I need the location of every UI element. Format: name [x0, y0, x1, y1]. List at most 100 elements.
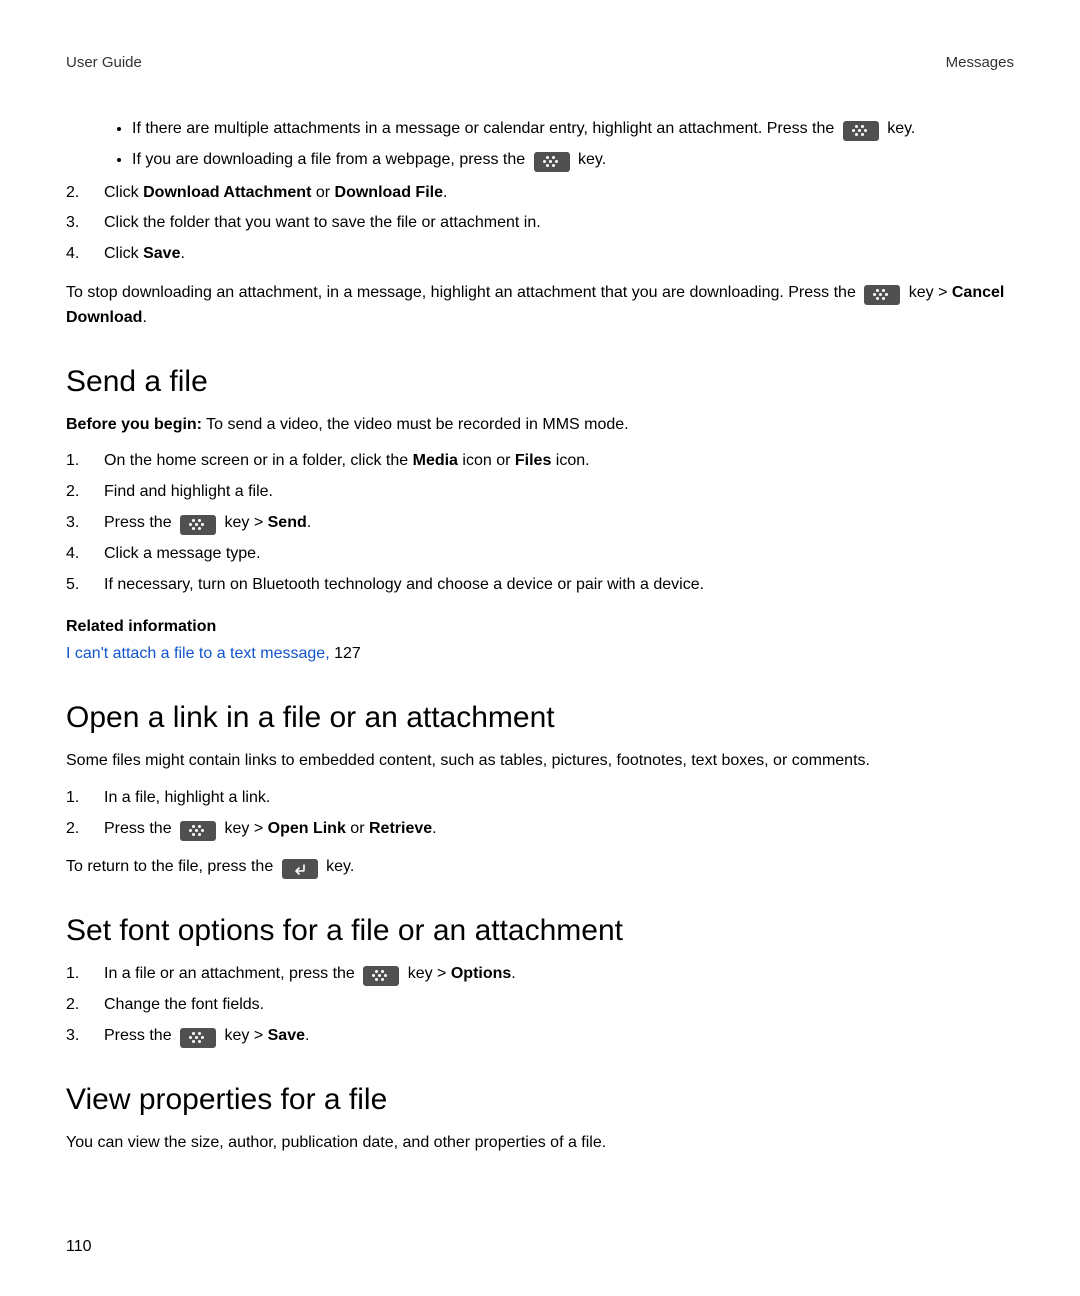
text: Click — [104, 245, 143, 262]
heading-view-properties: View properties for a file — [66, 1083, 1014, 1117]
step-number: 1. — [66, 786, 104, 811]
step-number: 3. — [66, 511, 104, 536]
text: If you are downloading a file from a web… — [132, 151, 530, 168]
step-3: 3. Press the key > Save. — [66, 1024, 1014, 1049]
step-text: If necessary, turn on Bluetooth technolo… — [104, 573, 704, 598]
text: key. — [887, 120, 915, 137]
bb-menu-key-icon — [534, 152, 570, 172]
bold-text: Download Attachment — [143, 184, 311, 201]
bb-menu-key-icon — [363, 966, 399, 986]
step-text: Press the key > Open Link or Retrieve. — [104, 817, 437, 842]
send-file-steps: 1. On the home screen or in a folder, cl… — [66, 449, 1014, 597]
step-3: 3. Press the key > Send. — [66, 511, 1014, 536]
text: or — [311, 184, 334, 201]
step-number: 3. — [66, 211, 104, 236]
text: . — [305, 1027, 309, 1044]
text: To stop downloading an attachment, in a … — [66, 284, 860, 301]
text: . — [432, 820, 436, 837]
text: . — [511, 965, 515, 982]
text: On the home screen or in a folder, click… — [104, 452, 413, 469]
text: icon or — [458, 452, 515, 469]
step-number: 2. — [66, 181, 104, 206]
heading-font-options: Set font options for a file or an attach… — [66, 914, 1014, 948]
step-number: 1. — [66, 449, 104, 474]
text: key. — [326, 858, 354, 875]
intro-bullet-1: If there are multiple attachments in a m… — [132, 117, 1014, 142]
step-text: Click the folder that you want to save t… — [104, 211, 541, 236]
step-1: 1. In a file, highlight a link. — [66, 786, 1014, 811]
bb-menu-key-icon — [180, 1028, 216, 1048]
text: key > — [408, 965, 451, 982]
text: Press the — [104, 1027, 176, 1044]
open-link-intro: Some files might contain links to embedd… — [66, 749, 1014, 774]
bold-text: Options — [451, 965, 511, 982]
text: . — [142, 309, 146, 326]
return-note: To return to the file, press the key. — [66, 855, 1014, 880]
step-text: In a file or an attachment, press the ke… — [104, 962, 516, 987]
bold-text: Files — [515, 452, 551, 469]
bb-menu-key-icon — [180, 515, 216, 535]
bold-text: Retrieve — [369, 820, 432, 837]
page: User Guide Messages If there are multipl… — [0, 0, 1080, 1296]
related-link[interactable]: I can't attach a file to a text message, — [66, 645, 334, 662]
bold-text: Media — [413, 452, 458, 469]
bold-text: Save — [268, 1027, 305, 1044]
bold-text: Open Link — [268, 820, 346, 837]
bold-text: Before you begin: — [66, 416, 202, 433]
step-text: Press the key > Save. — [104, 1024, 309, 1049]
related-information: Related information I can't attach a fil… — [66, 615, 1014, 667]
header-left: User Guide — [66, 54, 142, 71]
intro-bullet-2: If you are downloading a file from a web… — [132, 148, 1014, 173]
step-2: 2. Change the font fields. — [66, 993, 1014, 1018]
step-text: Press the key > Send. — [104, 511, 311, 536]
step-number: 4. — [66, 242, 104, 267]
step-2: 2. Click Download Attachment or Download… — [66, 181, 1014, 206]
step-2: 2. Find and highlight a file. — [66, 480, 1014, 505]
step-4: 4. Click a message type. — [66, 542, 1014, 567]
step-text: Find and highlight a file. — [104, 480, 273, 505]
text: To send a video, the video must be recor… — [202, 416, 629, 433]
text: In a file or an attachment, press the — [104, 965, 359, 982]
text: key > — [909, 284, 952, 301]
text: . — [443, 184, 447, 201]
step-3: 3. Click the folder that you want to sav… — [66, 211, 1014, 236]
text: key > — [224, 514, 267, 531]
step-1: 1. On the home screen or in a folder, cl… — [66, 449, 1014, 474]
text: If there are multiple attachments in a m… — [132, 120, 839, 137]
step-text: Click Save. — [104, 242, 185, 267]
text: To return to the file, press the — [66, 858, 278, 875]
text: . — [307, 514, 311, 531]
view-properties-intro: You can view the size, author, publicati… — [66, 1131, 1014, 1156]
step-2: 2. Press the key > Open Link or Retrieve… — [66, 817, 1014, 842]
step-1: 1. In a file or an attachment, press the… — [66, 962, 1014, 987]
heading-open-link: Open a link in a file or an attachment — [66, 701, 1014, 735]
back-key-icon — [282, 859, 318, 879]
heading-send-a-file: Send a file — [66, 365, 1014, 399]
text: . — [180, 245, 184, 262]
text: key > — [224, 820, 267, 837]
text: Press the — [104, 514, 176, 531]
step-text: Click Download Attachment or Download Fi… — [104, 181, 447, 206]
bb-menu-key-icon — [843, 121, 879, 141]
intro-bullet-list: If there are multiple attachments in a m… — [66, 117, 1014, 173]
font-options-steps: 1. In a file or an attachment, press the… — [66, 962, 1014, 1048]
text: Click — [104, 184, 143, 201]
step-number: 2. — [66, 817, 104, 842]
page-number: 110 — [66, 1238, 92, 1256]
stop-download-note: To stop downloading an attachment, in a … — [66, 281, 1014, 331]
text: or — [346, 820, 369, 837]
step-number: 3. — [66, 1024, 104, 1049]
step-number: 1. — [66, 962, 104, 987]
step-text: Change the font fields. — [104, 993, 264, 1018]
step-text: On the home screen or in a folder, click… — [104, 449, 590, 474]
text: key. — [578, 151, 606, 168]
bold-text: Save — [143, 245, 180, 262]
related-heading: Related information — [66, 618, 216, 635]
intro-steps: 2. Click Download Attachment or Download… — [66, 181, 1014, 267]
step-number: 5. — [66, 573, 104, 598]
before-you-begin: Before you begin: To send a video, the v… — [66, 413, 1014, 438]
step-4: 4. Click Save. — [66, 242, 1014, 267]
bold-text: Download File — [335, 184, 443, 201]
text: icon. — [551, 452, 589, 469]
step-text: In a file, highlight a link. — [104, 786, 270, 811]
